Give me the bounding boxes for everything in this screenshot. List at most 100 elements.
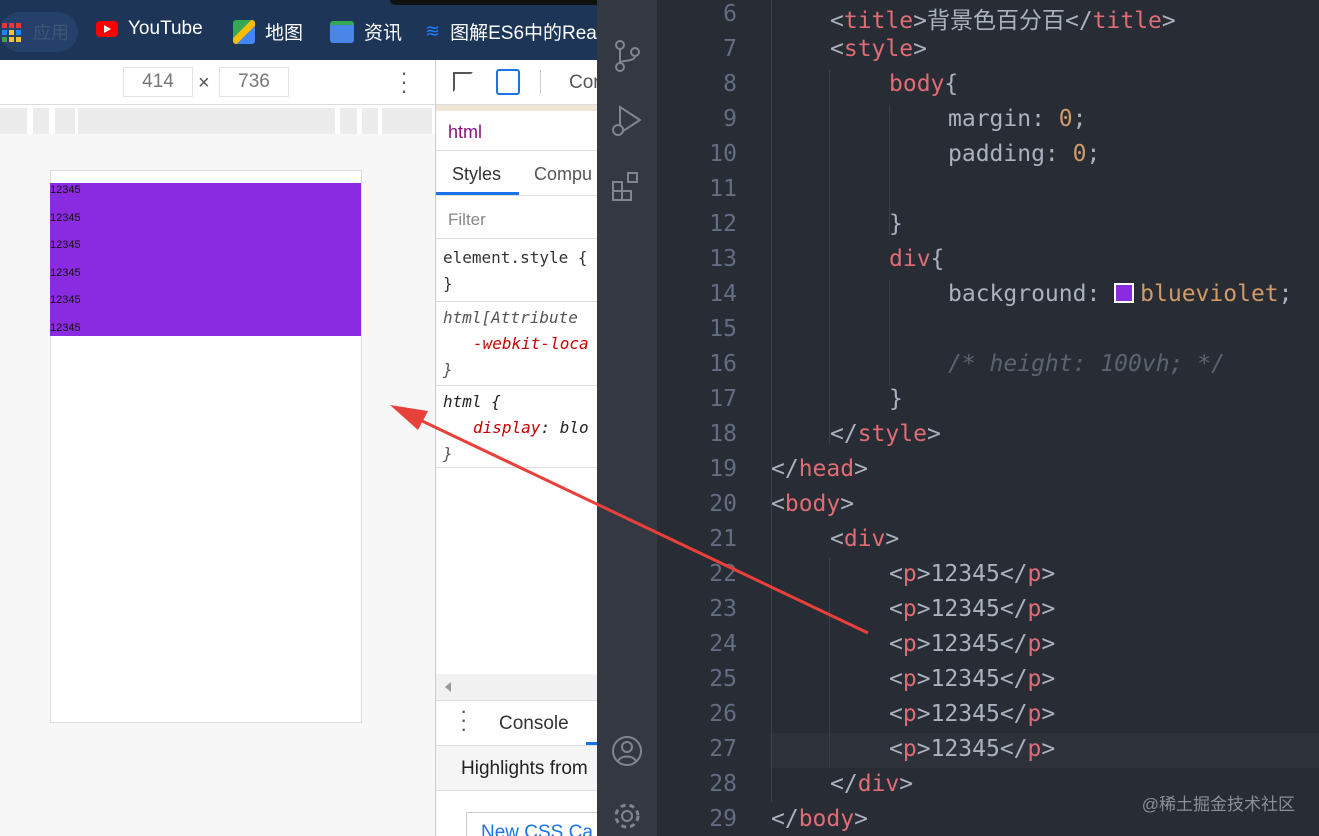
tab-styles[interactable]: Styles <box>452 164 501 185</box>
code-token: > <box>1041 631 1056 657</box>
line-number: 28 <box>709 771 737 797</box>
code-token: p <box>1027 666 1042 692</box>
code-token: </ <box>999 701 1028 727</box>
code-token: </ <box>1064 8 1093 34</box>
code-token: > <box>926 421 941 447</box>
code-token: > <box>916 666 931 692</box>
whats-new-heading: Highlights from <box>461 758 588 779</box>
styles-filter-input[interactable]: Filter <box>448 210 486 230</box>
line-number: 17 <box>709 386 737 412</box>
line-number: 13 <box>709 246 737 272</box>
bookmark-label: 地图 <box>265 23 304 44</box>
media-query-bar[interactable] <box>0 105 432 134</box>
settings-gear-icon[interactable] <box>611 800 643 832</box>
bookmarks-bar: 应用 YouTube 地图 资讯 ≋ 图解ES6中的Rea <box>0 0 597 60</box>
bookmark-label: 资讯 <box>364 23 403 44</box>
color-swatch-icon <box>1114 283 1135 303</box>
rule-close: } <box>443 444 453 463</box>
code-line: <title>背景色百分百</title> <box>830 1 1176 35</box>
youtube-icon <box>96 21 118 37</box>
line-number: 21 <box>709 526 737 552</box>
paragraph: 12345 <box>50 267 81 279</box>
code-line: <p>12345</p> <box>889 596 1055 622</box>
code-token: p <box>1027 631 1042 657</box>
code-token: > <box>840 491 855 517</box>
paragraph: 12345 <box>50 239 81 251</box>
code-token: > <box>913 36 927 62</box>
code-token: > <box>916 596 931 622</box>
code-token: </ <box>999 631 1028 657</box>
code-token: < <box>830 36 844 62</box>
code-token: body <box>798 806 855 832</box>
device-width-input[interactable]: 414 <box>123 67 193 97</box>
code-token: > <box>916 561 931 587</box>
code-token: 12345 <box>930 631 1000 657</box>
line-number: 22 <box>709 561 737 587</box>
bookmark-news[interactable]: 资讯 <box>330 18 402 45</box>
maps-icon <box>233 19 255 44</box>
drawer-menu-icon[interactable]: · · · <box>460 700 467 740</box>
code-token: { <box>930 246 945 272</box>
code-token: > <box>1041 701 1056 727</box>
bookmark-maps[interactable]: 地图 <box>233 18 303 45</box>
code-token: } <box>889 211 903 237</box>
code-token: 12345 <box>930 666 1000 692</box>
code-token: p <box>902 631 917 657</box>
code-token: < <box>771 491 785 517</box>
code-token: < <box>889 596 903 622</box>
code-line: <p>12345</p> <box>889 666 1055 692</box>
code-token: background: <box>948 281 1115 307</box>
code-token: div <box>889 246 931 272</box>
line-number: 7 <box>723 36 737 62</box>
extensions-icon[interactable] <box>611 170 643 202</box>
drawer-tab-console[interactable]: Console <box>499 713 569 735</box>
code-token: style <box>857 421 927 447</box>
code-token: </ <box>999 736 1028 762</box>
bookmark-label: 图解ES6中的Rea <box>450 23 597 44</box>
code-token: > <box>899 771 914 797</box>
more-options-icon[interactable]: · · · <box>398 62 410 102</box>
inspect-element-icon[interactable] <box>453 72 473 92</box>
code-line: <body> <box>771 491 854 517</box>
code-token: < <box>889 666 903 692</box>
code-token: > <box>1161 8 1176 34</box>
bookmark-article[interactable]: ≋ 图解ES6中的Rea <box>425 18 597 45</box>
apps-button[interactable]: 应用 <box>0 12 78 52</box>
code-token: p <box>902 561 917 587</box>
code-line: </style> <box>830 421 941 447</box>
line-number: 16 <box>709 351 737 377</box>
code-line: </head> <box>771 456 868 482</box>
code-token: < <box>830 8 844 34</box>
code-line: body{ <box>889 71 958 97</box>
code-editor[interactable]: 6 <title>背景色百分百</title> 7 <style> 8 body{9 mar… <box>657 0 1319 836</box>
whats-new-link[interactable]: New CSS Ca <box>481 822 593 836</box>
code-token: > <box>1041 736 1056 762</box>
code-token: body <box>889 71 945 97</box>
code-line: padding: 0; <box>948 141 1100 167</box>
run-debug-icon[interactable] <box>610 104 644 138</box>
account-icon[interactable] <box>611 735 643 767</box>
horizontal-scrollbar[interactable] <box>436 674 597 700</box>
tab-console-top[interactable]: Cor <box>569 72 597 94</box>
device-toggle-icon[interactable] <box>496 69 520 95</box>
window-edge <box>390 0 597 5</box>
paragraph: 12345 <box>50 212 81 224</box>
bookmark-youtube[interactable]: YouTube <box>96 18 203 40</box>
line-number: 10 <box>709 141 737 167</box>
rule-selector: html[Attribute <box>443 308 578 327</box>
device-height-input[interactable]: 736 <box>219 67 289 97</box>
code-token: > <box>1041 596 1056 622</box>
code-token: 0 <box>1058 106 1073 132</box>
code-token: style <box>843 36 914 62</box>
line-number: 23 <box>709 596 737 622</box>
code-token: > <box>854 456 868 482</box>
bookmark-label: YouTube <box>128 18 203 39</box>
breadcrumb-html[interactable]: html <box>448 122 482 143</box>
code-token: p <box>1027 736 1042 762</box>
code-token: > <box>916 631 931 657</box>
tab-computed[interactable]: Compu <box>534 164 592 185</box>
code-token: head <box>798 456 855 482</box>
line-number: 24 <box>709 631 737 657</box>
code-token: < <box>889 701 903 727</box>
source-control-icon[interactable] <box>611 38 643 74</box>
